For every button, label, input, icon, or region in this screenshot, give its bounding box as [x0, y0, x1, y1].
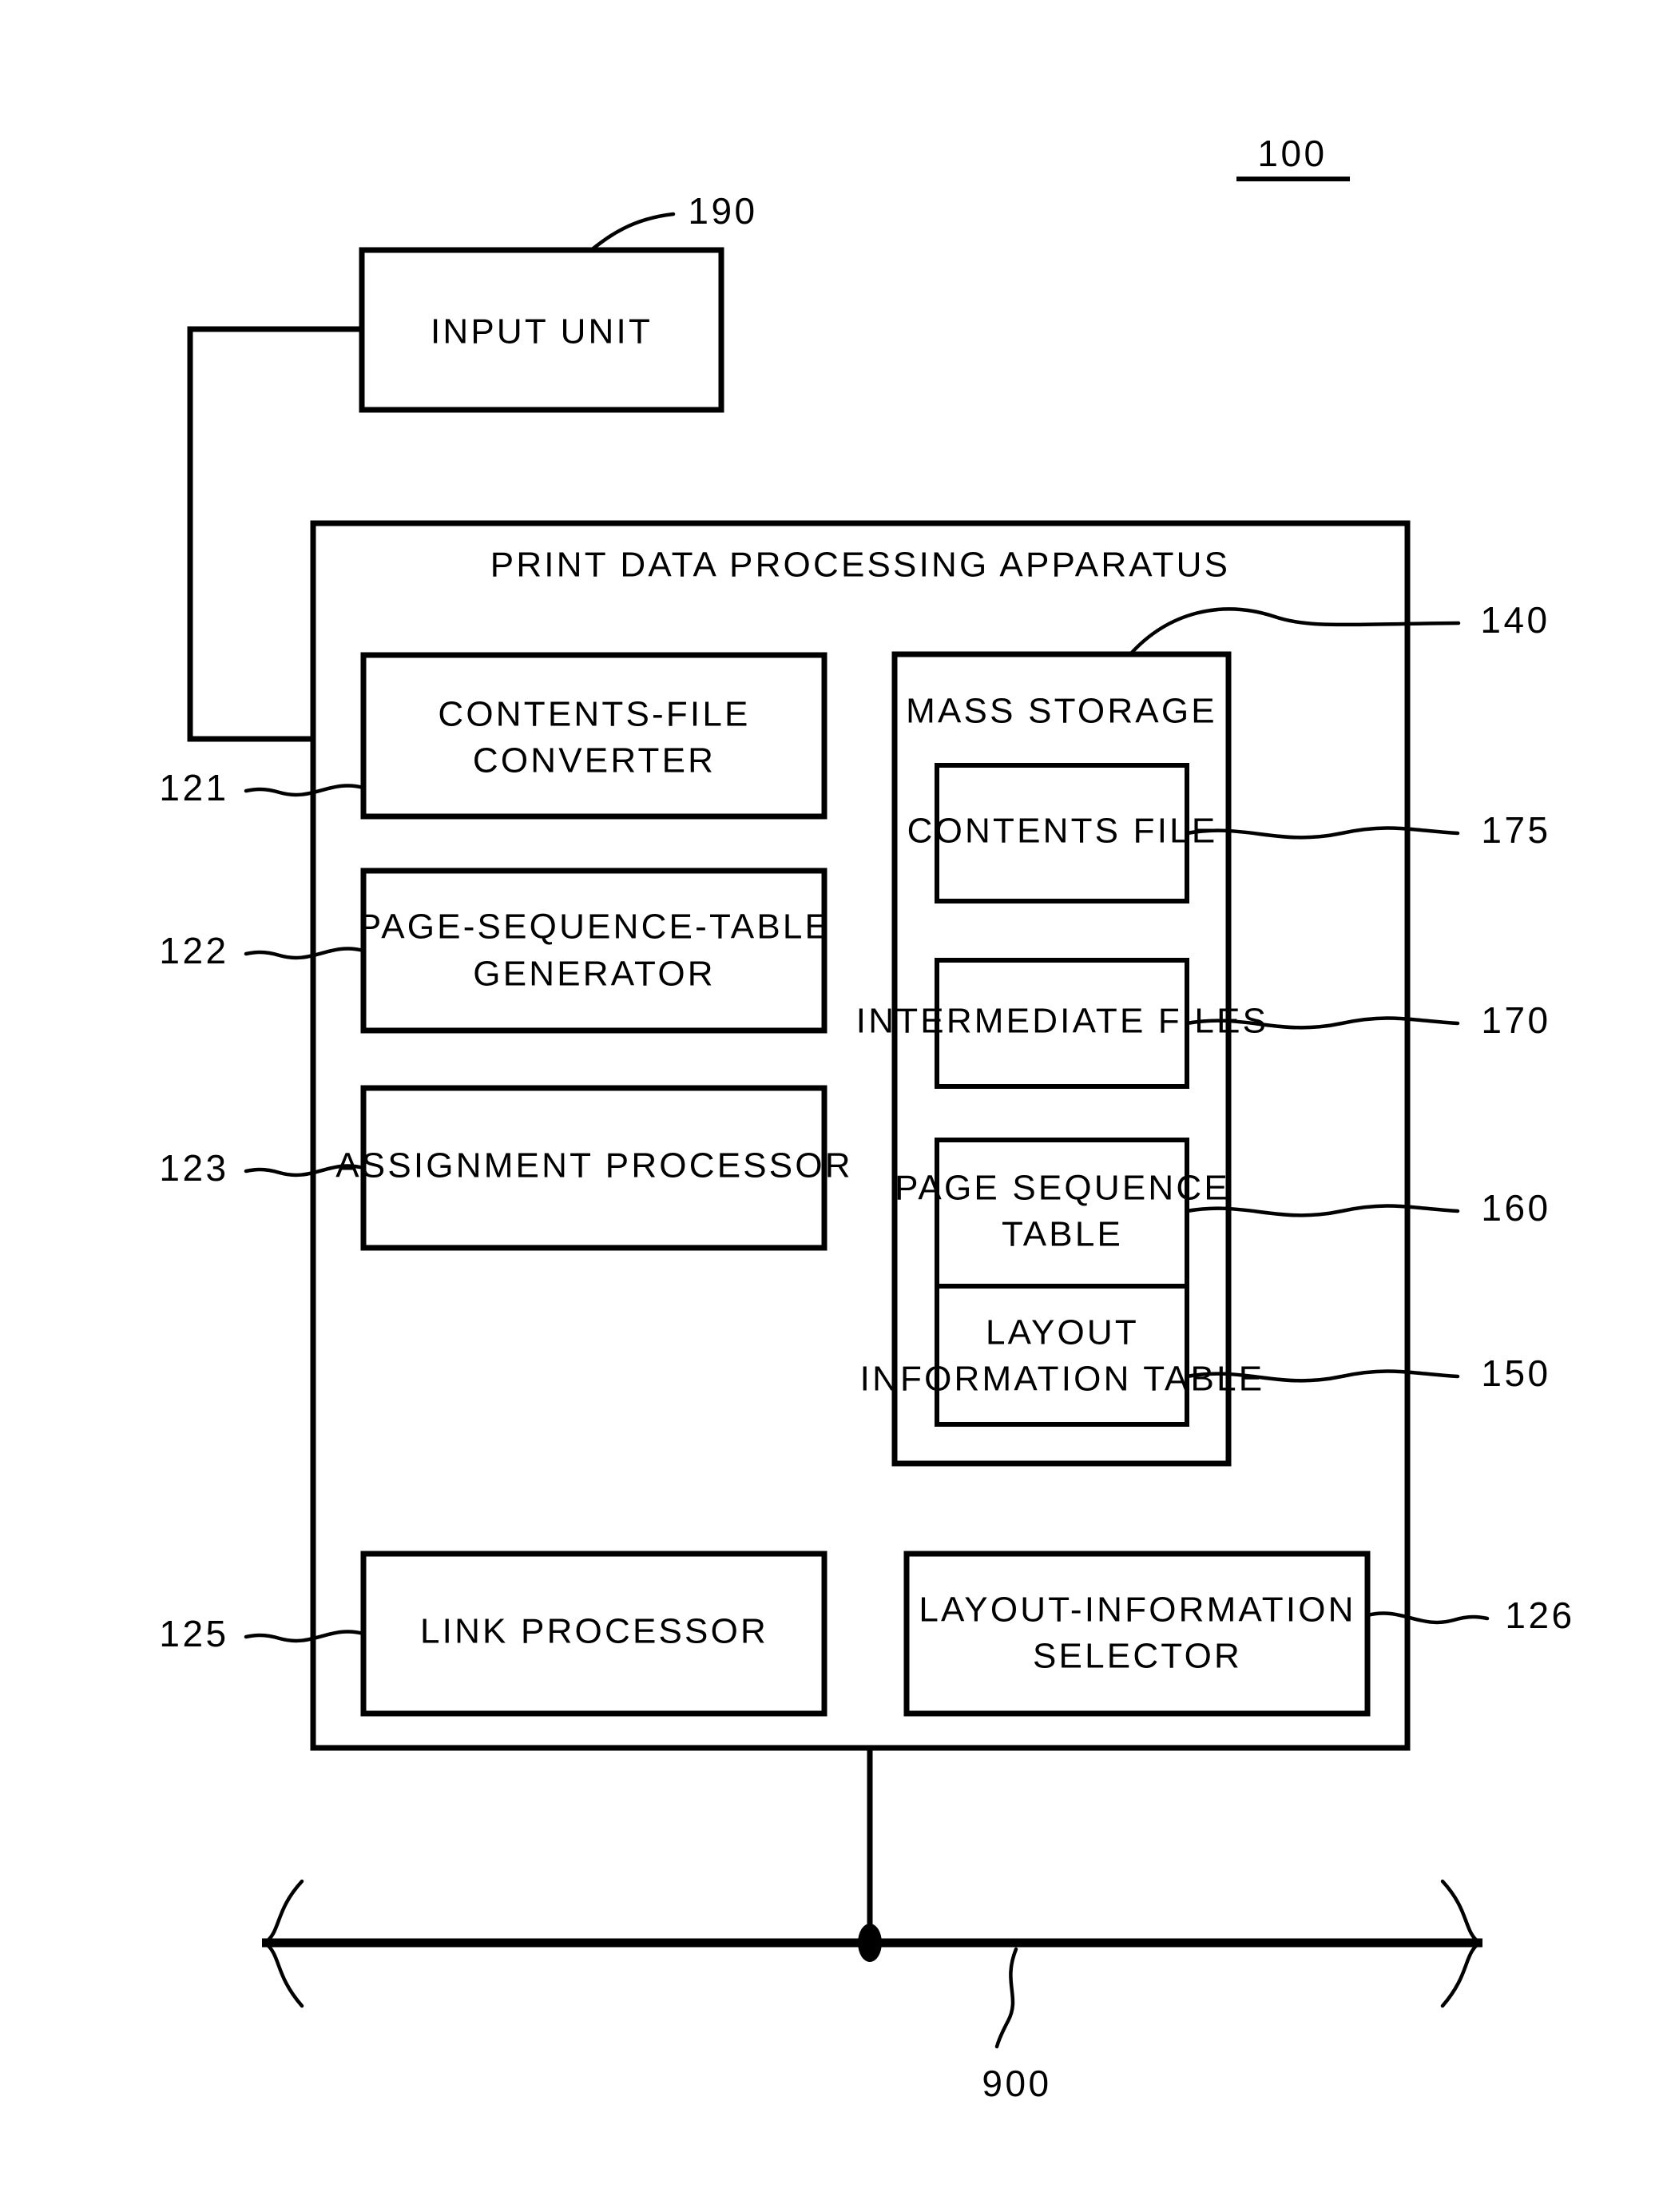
- figure-canvas: 100 INPUT UNIT 190 PRINT DATA PROCESSING…: [159, 133, 1574, 2104]
- patent-figure: 100 INPUT UNIT 190 PRINT DATA PROCESSING…: [0, 0, 1659, 2212]
- layout-information-selector-label-line1: LAYOUT-INFORMATION: [919, 1590, 1355, 1630]
- reference-125-label: 125: [159, 1613, 228, 1654]
- module-assignment-processor[interactable]: ASSIGNMENT PROCESSOR: [335, 1085, 853, 1251]
- reference-170-label: 170: [1481, 999, 1550, 1041]
- reference-126-label: 126: [1505, 1594, 1574, 1636]
- module-layout-information-selector[interactable]: LAYOUT-INFORMATION SELECTOR: [903, 1551, 1371, 1717]
- reference-190-label: 190: [688, 190, 757, 232]
- reference-190-leader: [589, 212, 676, 252]
- reference-175-label: 175: [1481, 809, 1550, 851]
- mass-storage-item-contents-file[interactable]: CONTENTS FILE: [907, 763, 1218, 903]
- page-sequence-table-rect: [935, 1138, 1189, 1290]
- reference-900-leader: [994, 1947, 1018, 2049]
- layout-information-selector-label-line2: SELECTOR: [1033, 1637, 1242, 1676]
- assignment-processor-label: ASSIGNMENT PROCESSOR: [335, 1146, 853, 1185]
- page-sequence-table-generator-rect: [360, 868, 828, 1034]
- layout-information-table-label-line1: LAYOUT: [986, 1313, 1139, 1352]
- page-sequence-table-label-line1: PAGE SEQUENCE: [895, 1169, 1230, 1208]
- page-sequence-table-label-line2: TABLE: [1002, 1215, 1123, 1254]
- layout-information-table-rect: [935, 1284, 1189, 1427]
- contents-file-converter-label-line2: CONVERTER: [473, 741, 716, 780]
- page-sequence-table-generator-label-line1: PAGE-SEQUENCE-TABLE: [358, 907, 831, 947]
- input-unit-label: INPUT UNIT: [431, 312, 653, 351]
- reference-160-label: 160: [1481, 1187, 1550, 1229]
- reference-122-label: 122: [159, 930, 228, 971]
- reference-123-label: 123: [159, 1147, 228, 1189]
- mass-storage-item-page-sequence-table[interactable]: PAGE SEQUENCE TABLE: [895, 1138, 1230, 1290]
- contents-file-converter-rect: [360, 652, 828, 820]
- figure-reference-100: 100: [1236, 133, 1350, 181]
- mass-storage-label: MASS STORAGE: [906, 692, 1217, 731]
- link-processor-label: LINK PROCESSOR: [420, 1612, 768, 1651]
- input-unit-box[interactable]: INPUT UNIT: [359, 247, 724, 413]
- module-link-processor[interactable]: LINK PROCESSOR: [360, 1551, 828, 1717]
- module-page-sequence-table-generator[interactable]: PAGE-SEQUENCE-TABLE GENERATOR: [358, 868, 831, 1034]
- reference-121-label: 121: [159, 767, 228, 808]
- reference-140-label: 140: [1480, 599, 1550, 641]
- module-contents-file-converter[interactable]: CONTENTS-FILE CONVERTER: [360, 652, 828, 820]
- contents-file-label: CONTENTS FILE: [907, 812, 1218, 851]
- bus-junction-dot: [858, 1924, 882, 1962]
- apparatus-title: PRINT DATA PROCESSING APPARATUS: [490, 546, 1230, 585]
- figure-reference-label: 100: [1257, 133, 1327, 174]
- layout-information-selector-rect: [903, 1551, 1371, 1717]
- reference-190: 190: [589, 190, 757, 252]
- layout-information-table-label-line2: INFORMATION TABLE: [860, 1360, 1265, 1399]
- reference-150-label: 150: [1481, 1352, 1550, 1394]
- reference-900-label: 900: [982, 2063, 1051, 2104]
- contents-file-converter-label-line1: CONTENTS-FILE: [438, 695, 750, 734]
- page-sequence-table-generator-label-line2: GENERATOR: [473, 955, 715, 994]
